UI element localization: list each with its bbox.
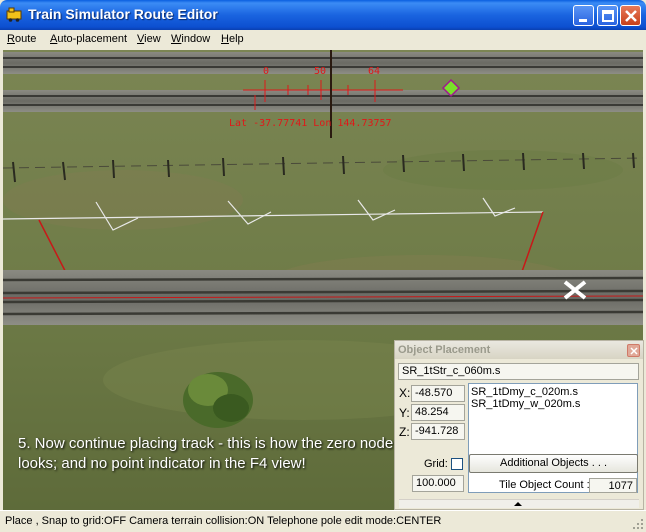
close-button[interactable] [620, 5, 641, 26]
menu-auto-placement[interactable]: Auto-placement [50, 32, 127, 46]
panel-close-button[interactable] [627, 344, 640, 357]
title-bar: Train Simulator Route Editor [0, 0, 646, 30]
scroll-up-icon[interactable] [514, 502, 522, 506]
panel-scrollbar[interactable] [399, 499, 639, 508]
minimize-button[interactable] [573, 5, 594, 26]
tile-object-count-value: 1077 [589, 478, 637, 493]
ruler-tick-label: 64 [368, 66, 381, 77]
menu-bar: Route Auto-placement View Window Help [0, 30, 646, 50]
x-label: X: [399, 386, 411, 400]
ruler-tick-label: 50 [314, 66, 327, 77]
list-item[interactable]: SR_1tDmy_c_020m.s [471, 386, 635, 398]
y-coordinate-field[interactable]: 48.254 [411, 404, 465, 421]
x-coordinate-field[interactable]: -48.570 [411, 385, 465, 402]
menu-route[interactable]: Route [7, 32, 36, 46]
tutorial-caption: 5. Now continue placing track - this is … [18, 435, 394, 472]
train-app-icon [6, 7, 22, 22]
object-list[interactable]: SR_1tDmy_c_020m.s SR_1tDmy_w_020m.s [468, 383, 638, 493]
ruler-tick-label: 0 [263, 66, 270, 77]
y-label: Y: [399, 406, 410, 420]
z-label: Z: [399, 425, 410, 439]
maximize-icon [602, 10, 614, 22]
window-title: Train Simulator Route Editor [28, 6, 218, 22]
grid-size-field[interactable]: 100.000 [412, 475, 464, 492]
current-object-field[interactable]: SR_1tStr_c_060m.s [398, 363, 639, 380]
z-coordinate-field[interactable]: -941.728 [411, 423, 465, 440]
close-icon [630, 347, 638, 355]
list-item[interactable]: SR_1tDmy_w_020m.s [471, 398, 635, 410]
menu-window[interactable]: Window [171, 32, 210, 46]
object-placement-panel: Object Placement SR_1tStr_c_060m.s X: -4… [394, 340, 644, 510]
status-text: Place , Snap to grid:OFF Camera terrain … [5, 515, 442, 527]
tile-object-count-label: Tile Object Count : [499, 479, 590, 491]
close-icon [625, 10, 637, 22]
menu-view[interactable]: View [137, 32, 161, 46]
additional-objects-button[interactable]: Additional Objects . . . [469, 454, 638, 473]
minimize-icon [579, 19, 587, 22]
grid-label: Grid: [424, 458, 448, 470]
lat-lon-readout: Lat -37.77741 Lon 144.73757 [229, 118, 392, 129]
status-bar: Place , Snap to grid:OFF Camera terrain … [0, 510, 646, 532]
resize-grip-icon[interactable] [632, 518, 644, 530]
maximize-button[interactable] [597, 5, 618, 26]
panel-title: Object Placement [395, 341, 643, 359]
grid-checkbox[interactable] [451, 458, 463, 470]
menu-help[interactable]: Help [221, 32, 244, 46]
